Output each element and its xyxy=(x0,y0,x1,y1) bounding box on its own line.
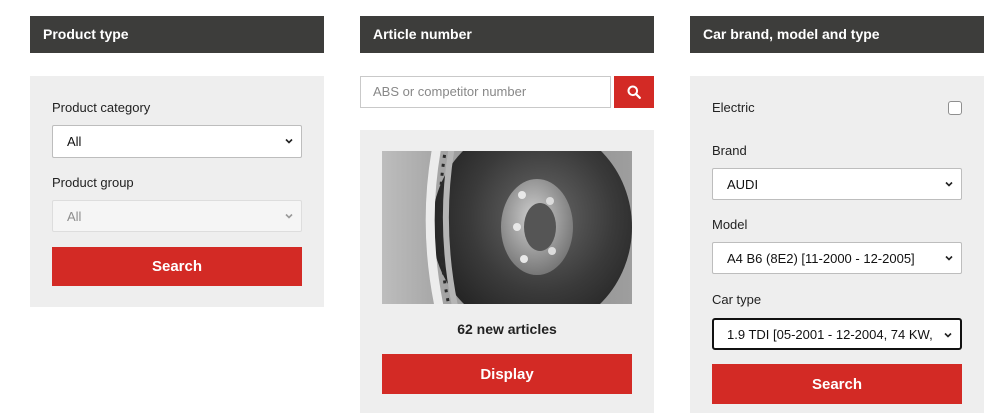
brand-select[interactable]: AUDI xyxy=(712,168,962,200)
product-type-section: Product type Product category All Produc… xyxy=(30,16,324,307)
product-group-select[interactable]: All xyxy=(52,200,302,232)
product-category-select[interactable]: All xyxy=(52,125,302,158)
chevron-down-icon xyxy=(285,213,293,219)
display-button[interactable]: Display xyxy=(382,354,632,394)
model-value: A4 B6 (8E2) [11-2000 - 12-2005] xyxy=(727,251,915,266)
product-category-value: All xyxy=(67,134,82,149)
car-type-label: Car type xyxy=(712,292,762,307)
product-group-label: Product group xyxy=(52,175,134,190)
article-number-section: Article number ABS or competitor number xyxy=(360,16,654,413)
article-search-button[interactable] xyxy=(614,76,654,108)
brand-value: AUDI xyxy=(727,177,759,192)
car-selection-header: Car brand, model and type xyxy=(690,16,984,53)
product-type-panel: Product category All Product group All S… xyxy=(30,76,324,307)
chevron-down-icon xyxy=(285,138,293,144)
new-articles-panel: 62 new articles Display xyxy=(360,130,654,413)
car-type-select[interactable]: 1.9 TDI [05-2001 - 12-2004, 74 KW, xyxy=(712,318,962,350)
car-search-button[interactable]: Search xyxy=(712,364,962,404)
product-group-value: All xyxy=(67,209,82,224)
electric-label: Electric xyxy=(712,100,755,115)
car-selection-panel: Electric Brand AUDI Model A4 B6 (8E2) [1… xyxy=(690,76,984,413)
brand-label: Brand xyxy=(712,143,747,158)
article-search-input[interactable]: ABS or competitor number xyxy=(360,76,611,108)
model-label: Model xyxy=(712,217,748,232)
electric-checkbox[interactable] xyxy=(948,101,962,115)
search-icon xyxy=(627,85,641,99)
product-category-label: Product category xyxy=(52,100,151,115)
car-type-value: 1.9 TDI [05-2001 - 12-2004, 74 KW, xyxy=(727,327,933,342)
chevron-down-icon xyxy=(945,181,953,187)
brake-disc-image xyxy=(382,151,632,304)
product-type-header: Product type xyxy=(30,16,324,53)
chevron-down-icon xyxy=(945,255,953,261)
chevron-down-icon xyxy=(944,331,952,339)
article-search-placeholder: ABS or competitor number xyxy=(373,84,527,99)
model-select[interactable]: A4 B6 (8E2) [11-2000 - 12-2005] xyxy=(712,242,962,274)
new-articles-count: 62 new articles xyxy=(457,321,557,337)
article-number-header: Article number xyxy=(360,16,654,53)
product-type-search-button[interactable]: Search xyxy=(52,247,302,286)
car-selection-section: Car brand, model and type Electric Brand… xyxy=(690,16,984,413)
